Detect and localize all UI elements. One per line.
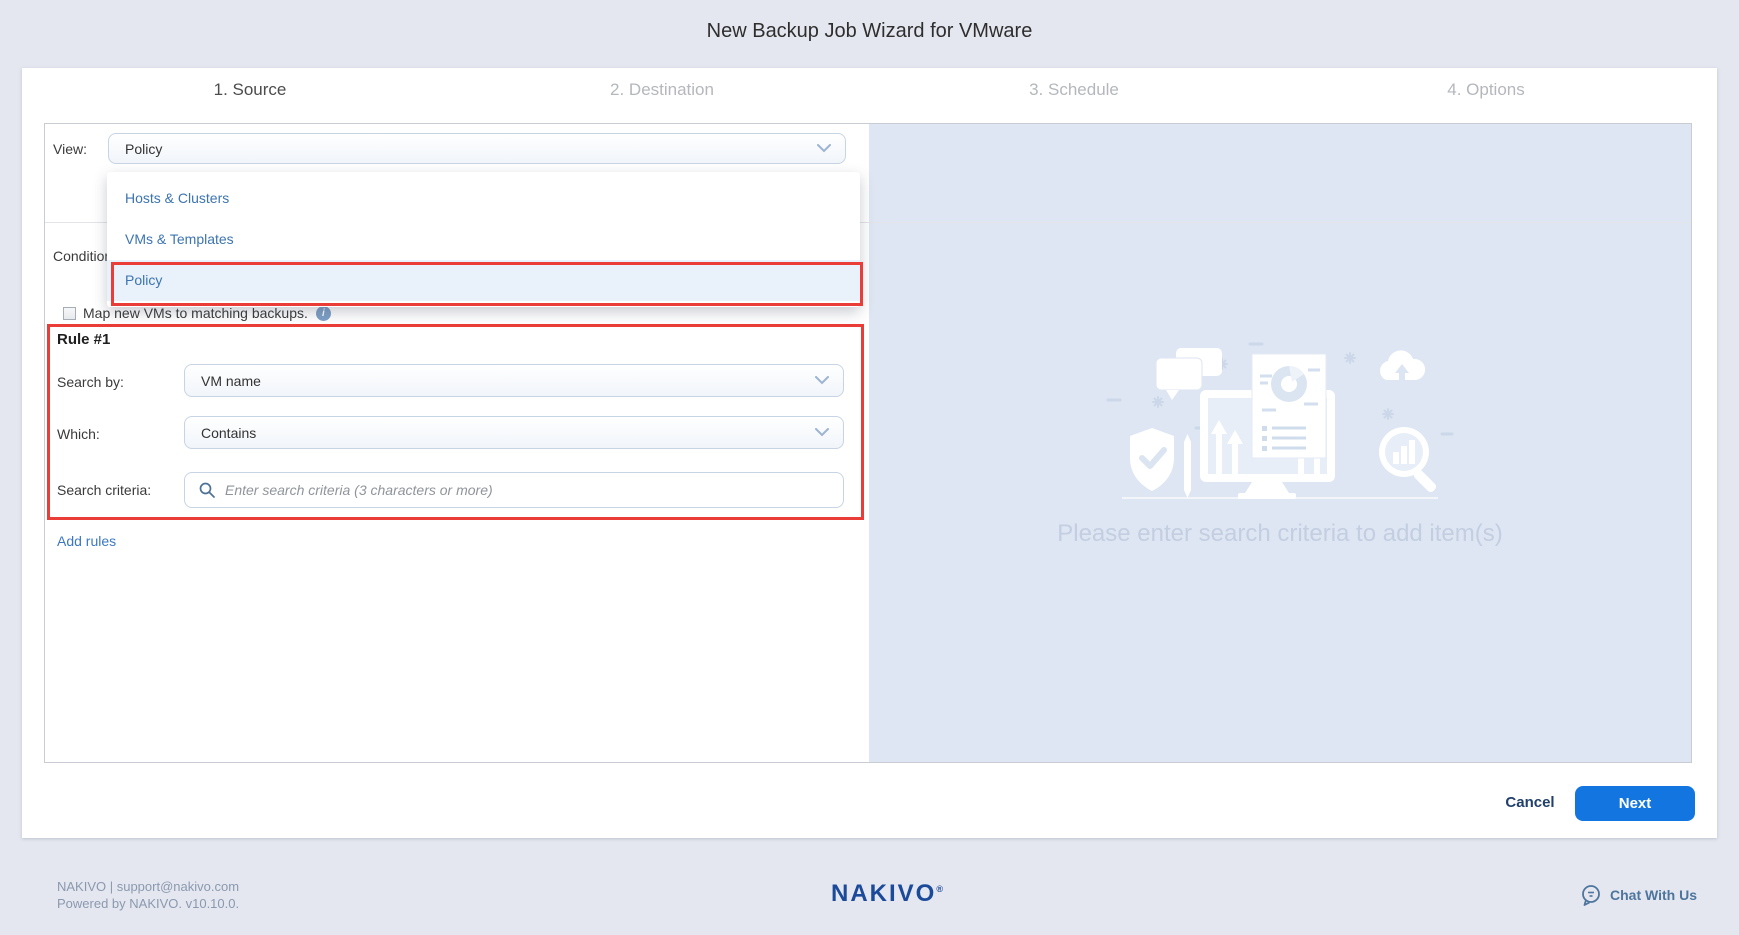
view-option-vms-templates[interactable]: VMs & Templates [107, 219, 860, 260]
view-select-value: Policy [125, 141, 817, 157]
footer-support-line: NAKIVO | support@nakivo.com [57, 878, 239, 895]
add-rules-link[interactable]: Add rules [57, 533, 116, 549]
search-criteria-input[interactable] [225, 482, 831, 498]
which-select[interactable]: Contains [184, 416, 844, 449]
which-value: Contains [201, 425, 815, 441]
step-options[interactable]: 4. Options [1280, 80, 1692, 100]
chat-bubble-icon [1580, 884, 1602, 906]
step-schedule[interactable]: 3. Schedule [868, 80, 1280, 100]
empty-state-illustration [1100, 340, 1460, 510]
which-label: Which: [57, 426, 100, 442]
wizard-steps: 1. Source 2. Destination 3. Schedule 4. … [44, 80, 1692, 100]
view-dropdown-menu: Hosts & Clusters VMs & Templates Policy [107, 172, 860, 307]
footer-powered-line: Powered by NAKIVO. v10.10.0. [57, 895, 239, 912]
search-by-label: Search by: [57, 374, 124, 390]
rule-title: Rule #1 [57, 331, 110, 348]
step-destination[interactable]: 2. Destination [456, 80, 868, 100]
chat-with-us-button[interactable]: Chat With Us [1580, 884, 1697, 906]
empty-state-message: Please enter search criteria to add item… [869, 520, 1691, 548]
footer-info: NAKIVO | support@nakivo.com Powered by N… [57, 878, 239, 912]
view-option-hosts-clusters[interactable]: Hosts & Clusters [107, 178, 860, 219]
view-select[interactable]: Policy [108, 133, 846, 164]
nakivo-logo-registered-mark: ® [936, 884, 943, 894]
map-vms-row: Map new VMs to matching backups. i [63, 305, 331, 321]
step-source[interactable]: 1. Source [44, 80, 456, 100]
nakivo-logo: NAKIVO® [802, 880, 972, 908]
nakivo-logo-text: NAKIVO [831, 880, 936, 907]
page-title: New Backup Job Wizard for VMware [0, 20, 1739, 43]
search-criteria-box [184, 472, 844, 508]
chevron-down-icon [817, 144, 831, 153]
map-vms-label: Map new VMs to matching backups. [83, 305, 308, 321]
chevron-down-icon [815, 376, 829, 385]
cancel-button[interactable]: Cancel [1480, 794, 1580, 811]
chevron-down-icon [815, 428, 829, 437]
chat-with-us-label: Chat With Us [1610, 887, 1697, 903]
search-icon [199, 482, 215, 498]
info-icon[interactable]: i [316, 306, 331, 321]
search-criteria-label: Search criteria: [57, 482, 151, 498]
next-button[interactable]: Next [1575, 786, 1695, 821]
view-label: View: [53, 141, 87, 157]
search-by-select[interactable]: VM name [184, 364, 844, 397]
map-vms-checkbox[interactable] [63, 307, 76, 320]
view-option-policy[interactable]: Policy [107, 260, 860, 301]
search-by-value: VM name [201, 373, 815, 389]
